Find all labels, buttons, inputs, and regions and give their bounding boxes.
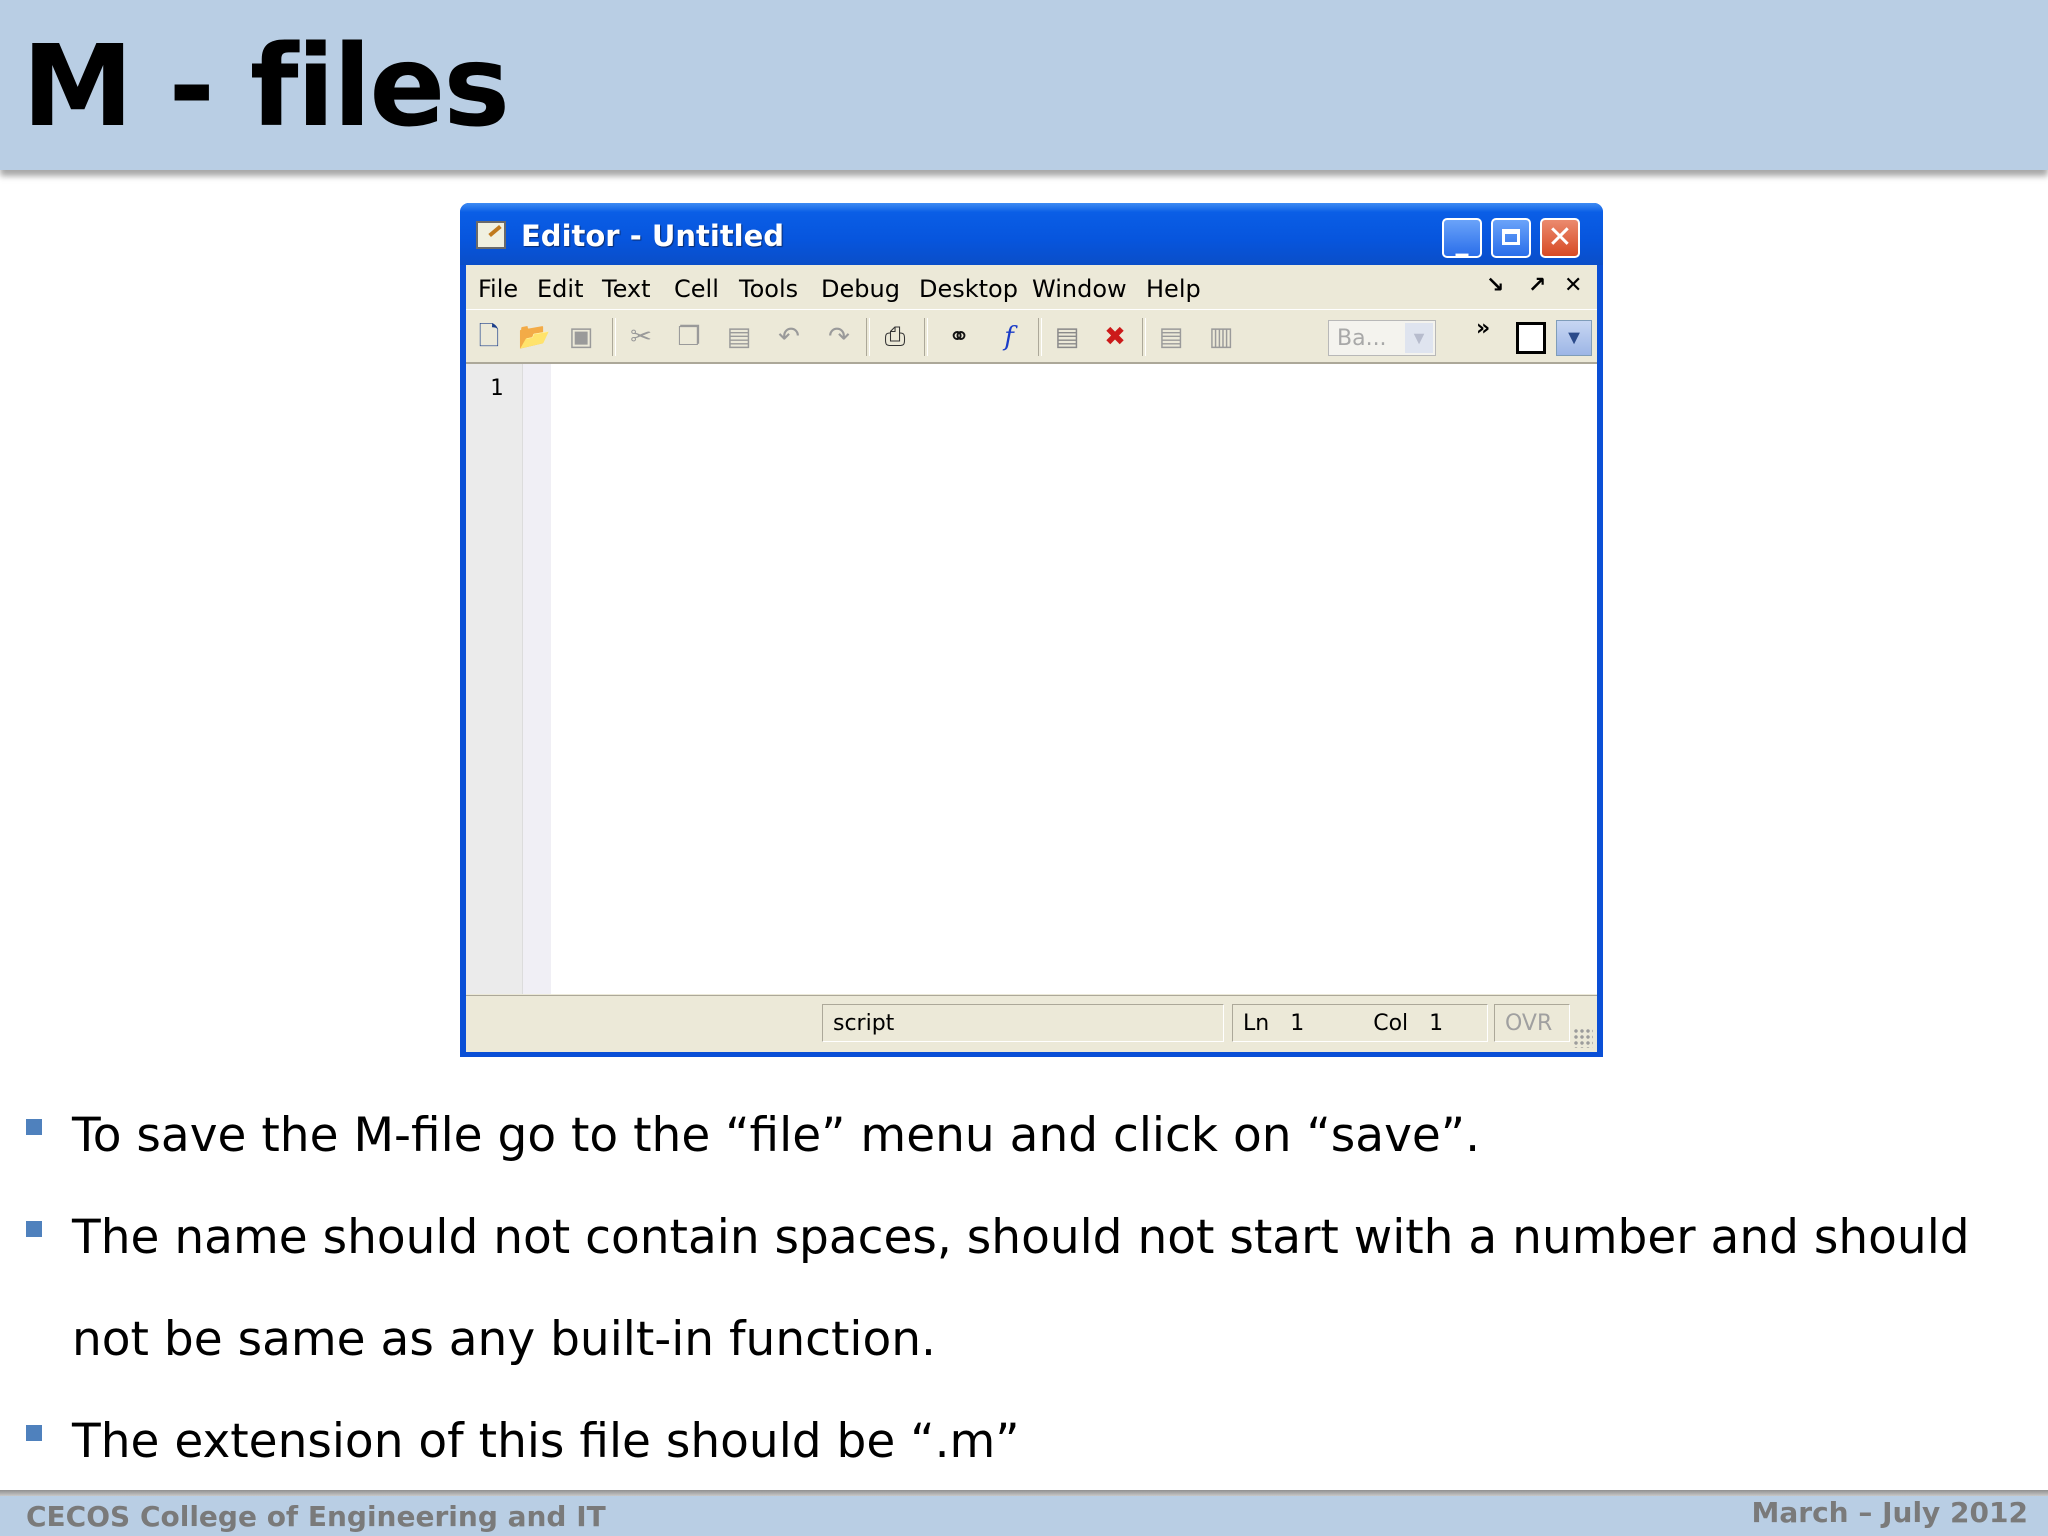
bullet-square-icon: [26, 1221, 42, 1237]
toolbar-separator: [866, 318, 870, 356]
status-position: Ln 1 Col 1: [1232, 1004, 1488, 1042]
print-icon[interactable]: ⎙: [880, 322, 910, 352]
menu-edit[interactable]: Edit: [537, 275, 583, 303]
resize-grip-icon[interactable]: [1573, 1028, 1593, 1048]
bullet-square-icon: [26, 1425, 42, 1441]
footer-institution: CECOS College of Engineering and IT: [26, 1500, 606, 1533]
close-doc-icon[interactable]: ✕: [1564, 273, 1582, 298]
toolbar-separator: [1142, 318, 1146, 356]
menu-desktop[interactable]: Desktop: [919, 275, 1018, 303]
window-title: Editor - Untitled: [521, 219, 785, 253]
menu-bar: File Edit Text Cell Tools Debug Desktop …: [466, 265, 1597, 309]
function-icon[interactable]: f: [994, 322, 1024, 352]
menu-text[interactable]: Text: [602, 275, 651, 303]
minimize-button[interactable]: _: [1442, 218, 1482, 258]
slide-title: M - files: [22, 22, 510, 152]
step-icon[interactable]: ▤: [1156, 322, 1186, 352]
bullet-square-icon: [26, 1119, 42, 1135]
menu-window[interactable]: Window: [1032, 275, 1127, 303]
status-bar: script Ln 1 Col 1 OVR: [466, 995, 1597, 1052]
undo-icon[interactable]: ↶: [774, 322, 804, 352]
stack-icon[interactable]: ▥: [1206, 322, 1236, 352]
dock-arrow-icon[interactable]: ↘: [1486, 273, 1504, 298]
chevron-down-icon[interactable]: ▼: [1405, 323, 1433, 353]
menu-tools[interactable]: Tools: [739, 275, 798, 303]
toolbar-separator: [612, 318, 616, 356]
status-ovr: OVR: [1494, 1004, 1570, 1042]
menu-cell[interactable]: Cell: [674, 275, 719, 303]
stack-combo[interactable]: Ba... ▼: [1328, 320, 1436, 356]
maximize-button[interactable]: [1491, 218, 1531, 258]
slide-header: M - files: [0, 0, 2048, 170]
slide-footer: CECOS College of Engineering and IT Marc…: [0, 1496, 2048, 1536]
toolbar-overflow-icon[interactable]: »: [1476, 316, 1490, 341]
toolbar: 🗋 📂 ▣ ✂ ❐ ▤ ↶ ↷ ⎙ ⚭ f ▤ ✖ ▤ ▥ Ba... ▼ »: [466, 309, 1597, 363]
toolbar-separator: [924, 318, 928, 356]
new-file-icon[interactable]: 🗋: [474, 322, 504, 352]
bullet-text: The extension of this file should be “.m…: [72, 1414, 1020, 1469]
window-titlebar[interactable]: Editor - Untitled _ ✕: [460, 203, 1603, 265]
status-ln-value: 1: [1290, 1011, 1305, 1036]
redo-icon[interactable]: ↷: [824, 322, 854, 352]
stack-combo-value: Ba...: [1337, 326, 1387, 351]
status-col-label: Col: [1373, 1011, 1409, 1036]
bullet-text: The name should not contain spaces, shou…: [72, 1210, 1970, 1367]
menu-help[interactable]: Help: [1146, 275, 1201, 303]
editor-app-icon: [476, 221, 506, 249]
toolbar-separator: [1038, 318, 1042, 356]
window-body: File Edit Text Cell Tools Debug Desktop …: [466, 265, 1597, 1052]
breakpoint-icon[interactable]: ▤: [1052, 322, 1082, 352]
cut-icon[interactable]: ✂: [626, 322, 656, 352]
layout-toggle-icon[interactable]: [1516, 322, 1546, 354]
open-folder-icon[interactable]: 📂: [518, 322, 550, 352]
code-folding-strip: [522, 364, 551, 994]
status-mode: script: [822, 1004, 1224, 1042]
undock-arrow-icon[interactable]: ↗: [1528, 273, 1546, 298]
save-disk-icon[interactable]: ▣: [566, 322, 596, 352]
code-editor[interactable]: 1: [466, 363, 1597, 994]
clear-breakpoint-icon[interactable]: ✖: [1100, 322, 1130, 352]
editor-window: Editor - Untitled _ ✕ File Edit Text Cel…: [460, 203, 1603, 1057]
paste-icon[interactable]: ▤: [724, 322, 754, 352]
menu-debug[interactable]: Debug: [821, 275, 900, 303]
footer-date: March – July 2012: [1751, 1496, 2028, 1529]
status-ln-label: Ln: [1243, 1011, 1270, 1036]
bullet-text: To save the M-file go to the “file” menu…: [72, 1108, 1481, 1163]
copy-icon[interactable]: ❐: [674, 322, 704, 352]
find-binoculars-icon[interactable]: ⚭: [944, 322, 974, 352]
line-number-gutter: 1: [466, 364, 522, 994]
close-button[interactable]: ✕: [1540, 218, 1580, 258]
layout-dropdown-button[interactable]: ▼: [1556, 320, 1592, 356]
line-number: 1: [490, 376, 504, 401]
status-col-value: 1: [1429, 1011, 1444, 1036]
menu-file[interactable]: File: [478, 275, 518, 303]
